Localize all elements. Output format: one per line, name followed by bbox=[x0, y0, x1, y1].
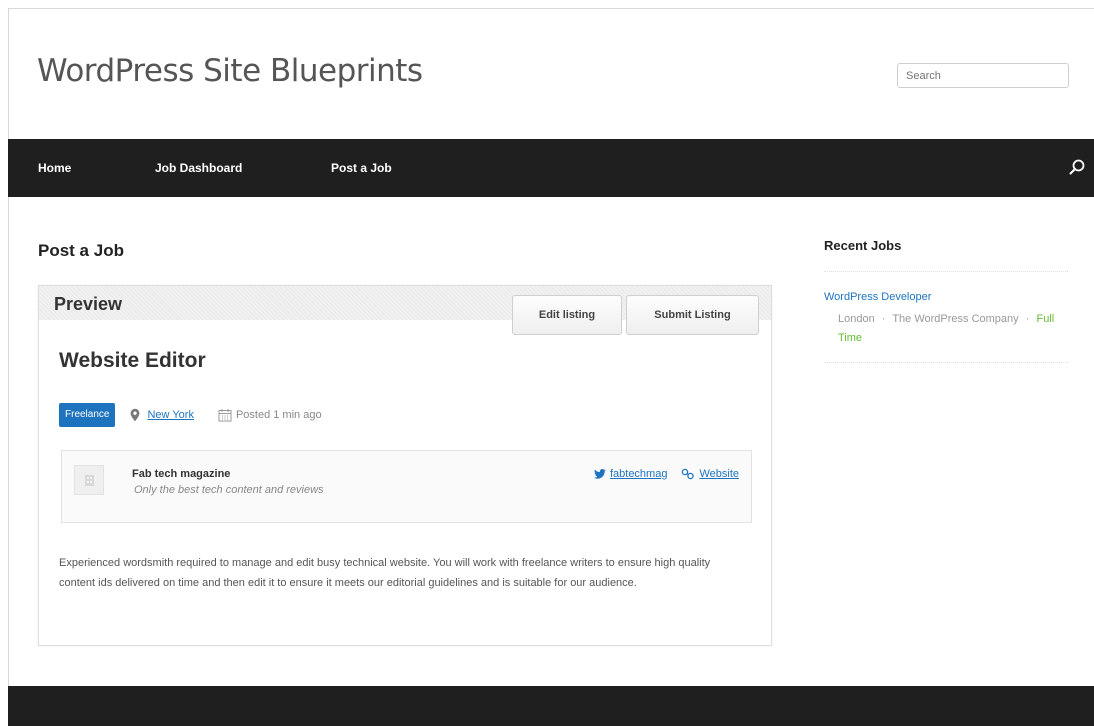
submit-listing-button[interactable]: Submit Listing bbox=[626, 295, 759, 335]
job-description: Experienced wordsmith required to manage… bbox=[59, 557, 711, 589]
company-links: fabtechmag Website bbox=[593, 468, 739, 480]
company-tagline: Only the best tech content and reviews bbox=[134, 484, 324, 496]
recent-job-meta: London · The WordPress Company · Full Ti… bbox=[838, 313, 1055, 344]
search-input[interactable] bbox=[897, 63, 1069, 88]
company-box: Fab tech magazine Only the best tech con… bbox=[61, 450, 752, 523]
page-title: Post a Job bbox=[38, 241, 124, 260]
nav-item-job-dashboard[interactable]: Job Dashboard bbox=[155, 139, 242, 197]
job-location-link[interactable]: New York bbox=[147, 409, 193, 421]
building-icon bbox=[85, 475, 94, 486]
site-title[interactable]: WordPress Site Blueprints bbox=[37, 53, 423, 89]
company-logo bbox=[74, 465, 104, 495]
calendar-icon bbox=[218, 409, 232, 422]
edit-listing-button[interactable]: Edit listing bbox=[512, 295, 622, 335]
link-icon bbox=[682, 468, 695, 480]
nav-item-post-a-job[interactable]: Post a Job bbox=[331, 139, 392, 197]
map-marker-icon bbox=[131, 408, 140, 422]
job-location: New York bbox=[129, 408, 194, 422]
company-name: Fab tech magazine bbox=[132, 468, 231, 480]
website-link[interactable]: Website bbox=[699, 468, 739, 480]
job-type-badge: Freelance bbox=[59, 403, 116, 427]
job-preview-card: Preview Edit listing Submit Listing Webs… bbox=[38, 285, 772, 646]
nav-item-home[interactable]: Home bbox=[38, 139, 71, 197]
site-header: WordPress Site Blueprints bbox=[8, 8, 1094, 139]
job-meta: Freelance New York Posted 1 min ago bbox=[59, 403, 322, 427]
divider bbox=[824, 362, 1068, 363]
recent-job-location: London bbox=[838, 313, 875, 325]
recent-job-link[interactable]: WordPress Developer bbox=[824, 291, 931, 303]
divider bbox=[824, 271, 1068, 272]
twitter-link[interactable]: fabtechmag bbox=[610, 468, 667, 480]
job-posted: Posted 1 min ago bbox=[218, 408, 322, 422]
twitter-icon bbox=[593, 469, 606, 479]
job-title: Website Editor bbox=[59, 349, 206, 372]
recent-jobs-title: Recent Jobs bbox=[824, 238, 902, 253]
main-nav: Home Job Dashboard Post a Job bbox=[8, 139, 1094, 197]
site-footer bbox=[8, 686, 1094, 726]
preview-label: Preview bbox=[54, 294, 123, 314]
job-posted-text: Posted 1 min ago bbox=[235, 409, 322, 421]
recent-job-company: The WordPress Company bbox=[892, 313, 1019, 325]
search-icon[interactable] bbox=[1068, 158, 1086, 176]
